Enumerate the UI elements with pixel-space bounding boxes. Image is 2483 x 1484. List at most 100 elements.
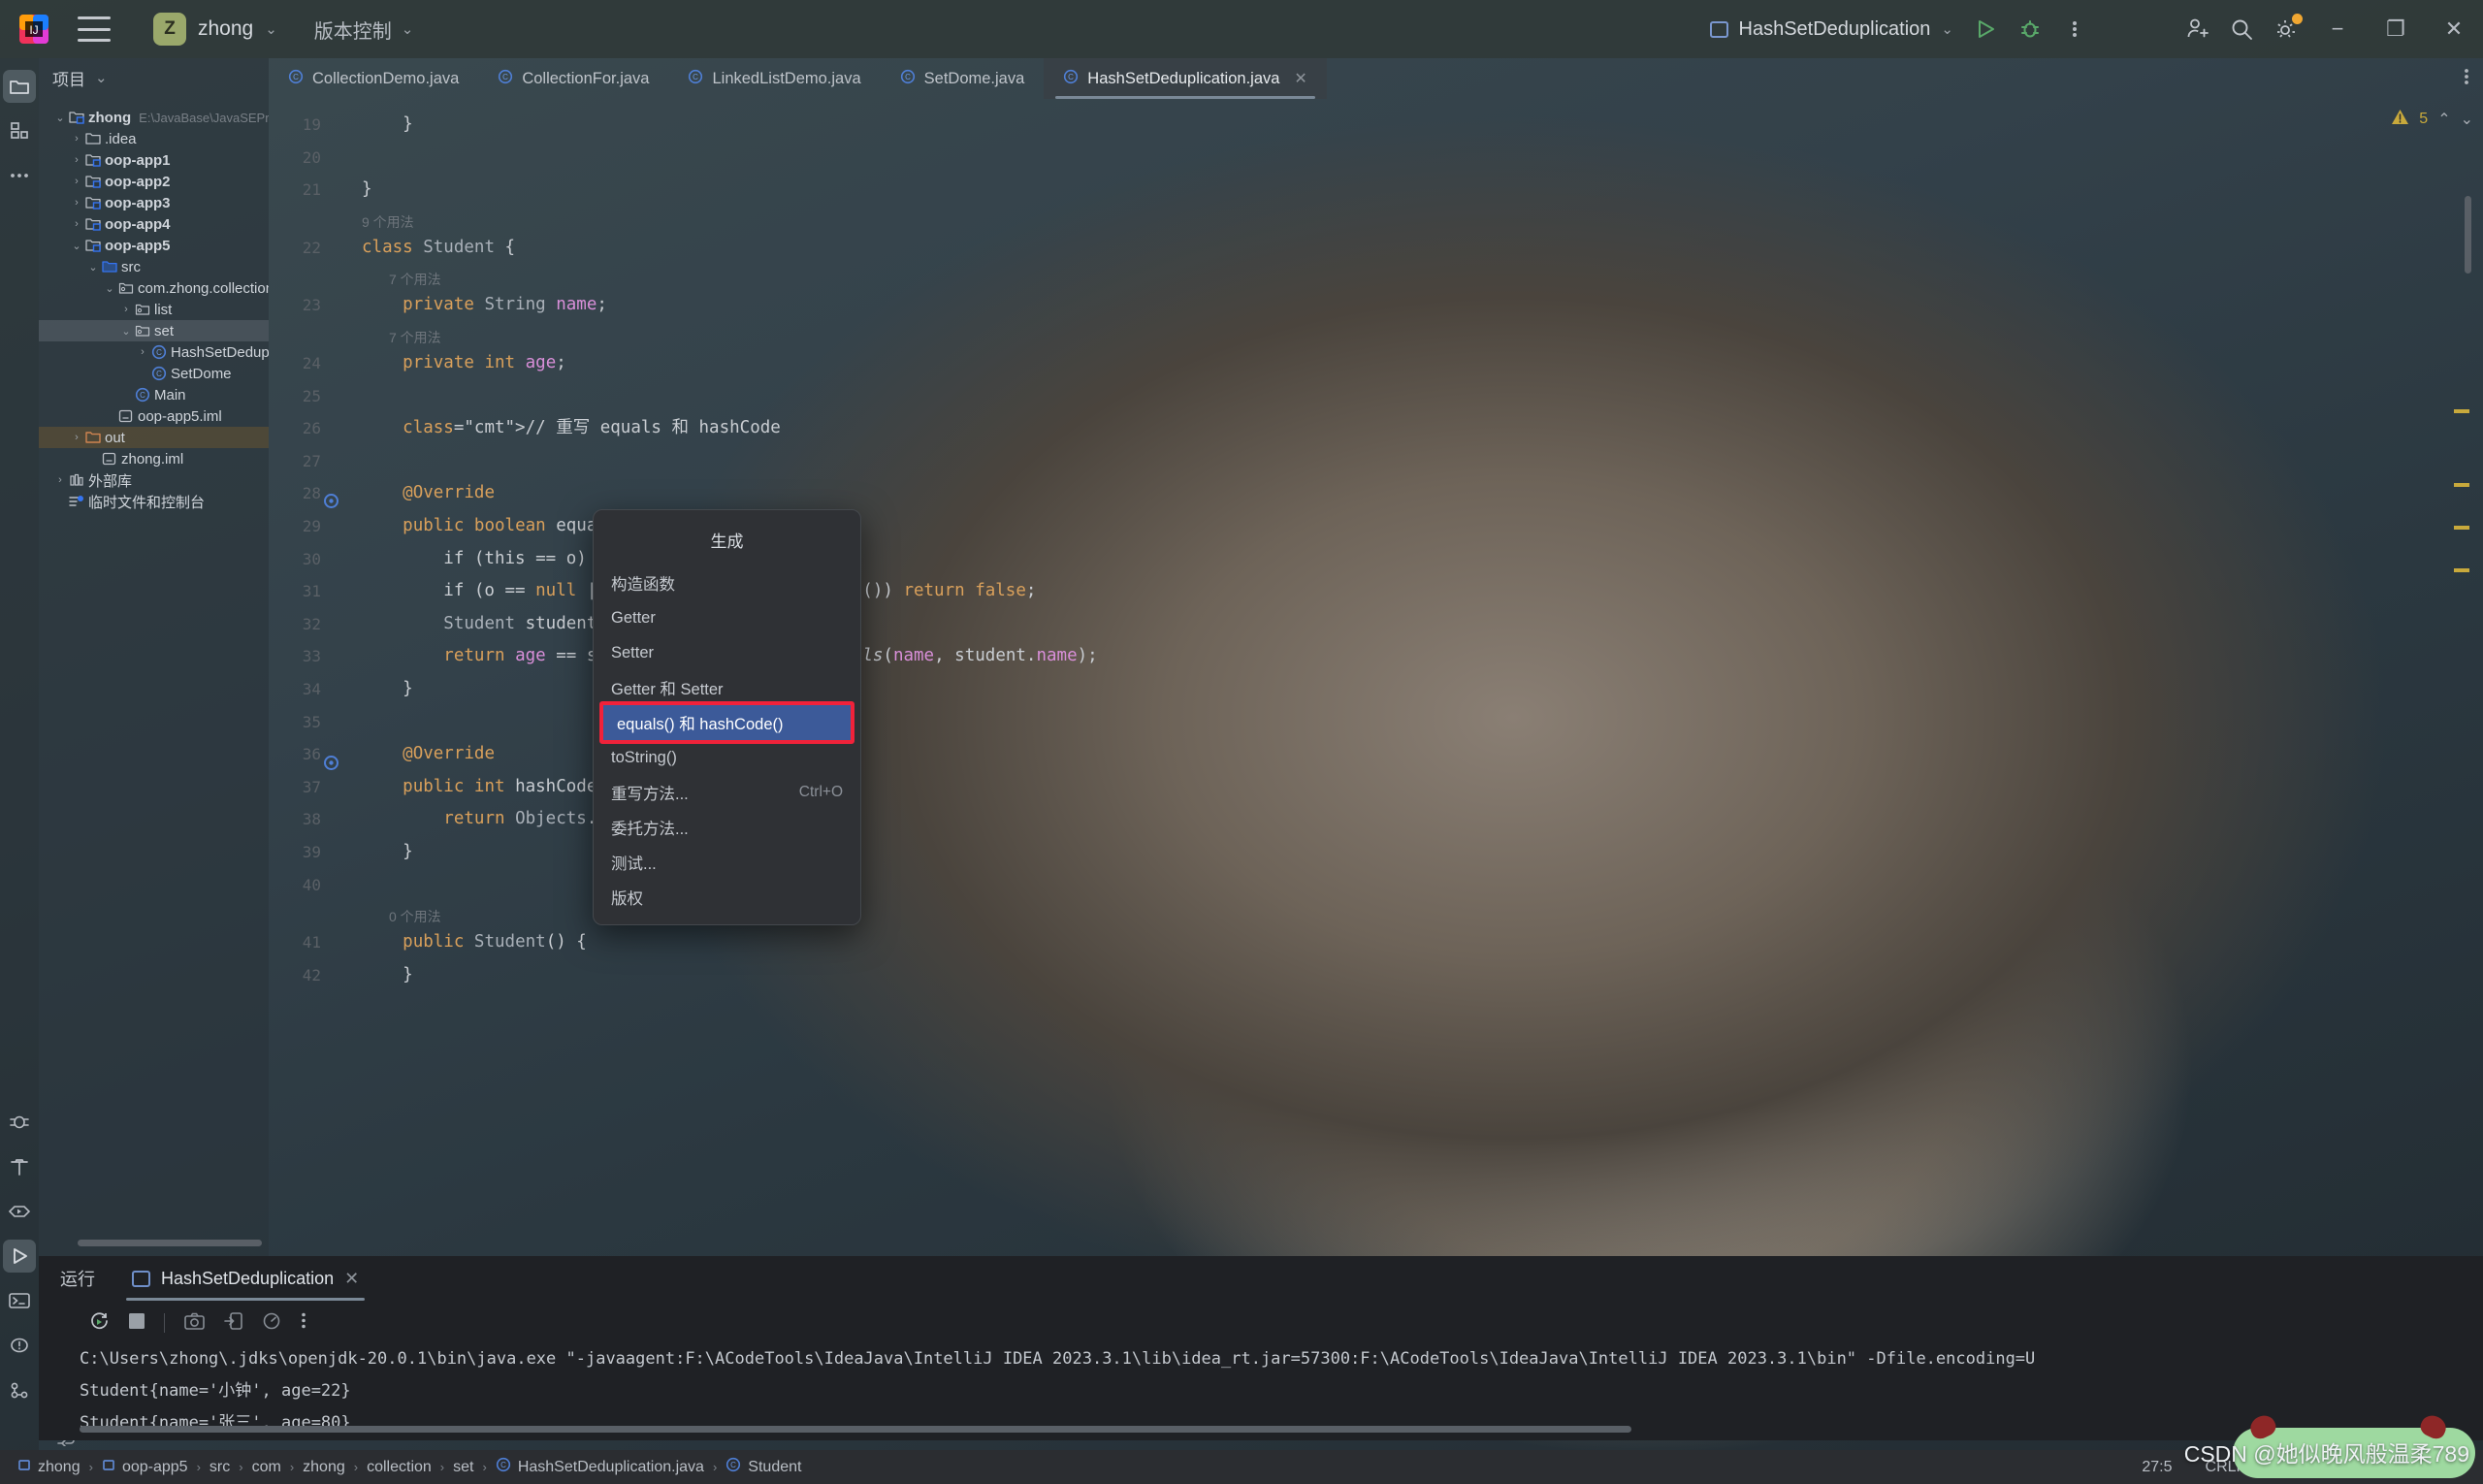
chevron-right-icon[interactable]: ›: [52, 474, 68, 486]
generate-menu-item[interactable]: Getter 和 Setter: [594, 670, 860, 705]
project-tool-icon[interactable]: [3, 70, 36, 103]
generate-popup-items[interactable]: 构造函数 Getter Setter Getter 和 Setter equals() …: [594, 565, 860, 915]
code-line[interactable]: private String name;: [362, 289, 607, 322]
editor-vertical-scrollbar[interactable]: [2465, 196, 2471, 274]
hamburger-menu-icon[interactable]: [78, 16, 111, 42]
breadcrumb-item[interactable]: set: [453, 1459, 473, 1476]
run-button[interactable]: [1963, 7, 2008, 51]
tree-node-zhong[interactable]: ⌄ zhong E:\JavaBase\JavaSEProMa: [39, 107, 269, 128]
code-line[interactable]: }: [362, 174, 372, 207]
settings-button[interactable]: [2264, 7, 2308, 51]
chevron-right-icon[interactable]: ›: [135, 346, 150, 358]
chevron-right-icon[interactable]: ›: [69, 154, 84, 166]
tree-node-hashsetdeduplicat[interactable]: › C HashSetDeduplicat: [39, 341, 269, 363]
version-control-tool-icon[interactable]: [3, 1373, 36, 1406]
problems-tool-icon[interactable]: [3, 1329, 36, 1362]
chevron-right-icon[interactable]: ›: [69, 432, 84, 443]
tree-node-.idea[interactable]: › .idea: [39, 128, 269, 149]
breadcrumb-item[interactable]: C Student: [726, 1457, 801, 1477]
close-button[interactable]: ✕: [2425, 0, 2483, 58]
chevron-down-icon[interactable]: ⌄: [118, 325, 134, 338]
chevron-down-icon[interactable]: ⌄: [85, 261, 101, 274]
tree-node-oop-app5.iml[interactable]: oop-app5.iml: [39, 405, 269, 427]
search-everywhere-button[interactable]: [2219, 7, 2264, 51]
editor-tab-collectiondemo[interactable]: C CollectionDemo.java: [269, 58, 478, 99]
code-line[interactable]: }: [362, 836, 413, 869]
tree-node-main[interactable]: C Main: [39, 384, 269, 405]
breadcrumb-item[interactable]: C HashSetDeduplication.java: [496, 1457, 704, 1477]
tree-node-oop-app3[interactable]: › oop-app3: [39, 192, 269, 213]
more-tool-windows-icon[interactable]: [3, 159, 36, 192]
gutter-run-marker[interactable]: [323, 493, 339, 509]
editor-tab-hashsetdeduplication[interactable]: C HashSetDeduplication.java ✕: [1044, 58, 1327, 99]
code-line[interactable]: class="cmt">// 重写 equals 和 hashCode: [362, 412, 781, 445]
close-icon[interactable]: ✕: [344, 1269, 359, 1289]
chevron-right-icon[interactable]: ›: [69, 133, 84, 145]
editor-tab-collectionfor[interactable]: C CollectionFor.java: [478, 58, 668, 99]
editor-tab-setdome[interactable]: C SetDome.java: [881, 58, 1045, 99]
code-line[interactable]: public Student() {: [362, 926, 587, 959]
tree-node-oop-app1[interactable]: › oop-app1: [39, 149, 269, 171]
project-panel-header[interactable]: 项目 ⌄: [39, 58, 269, 97]
caret-position[interactable]: 27:5: [2142, 1459, 2172, 1476]
generate-popup[interactable]: 生成 构造函数 Getter Setter Getter 和 Setter equals…: [593, 509, 861, 925]
generate-menu-item[interactable]: 重写方法... Ctrl+O: [594, 775, 860, 810]
code-line[interactable]: @Override: [362, 738, 495, 771]
chevron-down-icon[interactable]: ⌄: [102, 282, 117, 295]
generate-menu-item[interactable]: 委托方法...: [594, 810, 860, 845]
generate-menu-item[interactable]: 测试...: [594, 845, 860, 880]
tree-node-out[interactable]: › out: [39, 427, 269, 448]
breadcrumb-item[interactable]: zhong: [17, 1459, 81, 1476]
chevron-down-icon[interactable]: ⌄: [52, 112, 68, 124]
minimize-button[interactable]: −: [2308, 0, 2367, 58]
vcs-menu[interactable]: 版本控制 ⌄: [314, 16, 414, 44]
chevron-right-icon[interactable]: ›: [118, 304, 134, 315]
close-icon[interactable]: ✕: [1294, 69, 1306, 88]
generate-menu-item[interactable]: equals() 和 hashCode(): [599, 705, 855, 740]
terminal-tool-icon[interactable]: [3, 1284, 36, 1317]
camera-icon[interactable]: [184, 1312, 205, 1335]
build-tool-icon[interactable]: [3, 1150, 36, 1183]
profiler-icon[interactable]: [262, 1312, 281, 1335]
code-line[interactable]: @Override: [362, 477, 495, 510]
code-line[interactable]: }: [362, 959, 413, 992]
tree-node-src[interactable]: ⌄ src: [39, 256, 269, 277]
rerun-icon[interactable]: [89, 1310, 110, 1336]
tree-node-oop-app2[interactable]: › oop-app2: [39, 171, 269, 192]
services-tool-icon[interactable]: [3, 1195, 36, 1228]
add-user-button[interactable]: [2175, 7, 2219, 51]
chevron-right-icon[interactable]: ›: [69, 197, 84, 209]
generate-menu-item[interactable]: 构造函数: [594, 565, 860, 600]
error-stripe-marker[interactable]: [2454, 526, 2469, 530]
error-stripe-marker[interactable]: [2454, 409, 2469, 413]
tree-node-[interactable]: › 外部库: [39, 469, 269, 491]
export-icon[interactable]: [224, 1311, 242, 1335]
structure-tool-icon[interactable]: [3, 114, 36, 147]
editor-tab-bar[interactable]: C CollectionDemo.java C CollectionFor.java C…: [269, 58, 2483, 99]
editor-tab-linkedlistdemo[interactable]: C LinkedListDemo.java: [668, 58, 880, 99]
run-session-tab[interactable]: HashSetDeduplication ✕: [120, 1256, 371, 1301]
tree-node-setdome[interactable]: C SetDome: [39, 363, 269, 384]
chevron-down-icon[interactable]: ⌄: [95, 69, 108, 86]
tree-node-zhong.iml[interactable]: zhong.iml: [39, 448, 269, 469]
error-stripe-marker[interactable]: [2454, 483, 2469, 487]
console-horizontal-scrollbar[interactable]: [80, 1426, 1631, 1433]
error-stripe-marker[interactable]: [2454, 568, 2469, 572]
stop-icon[interactable]: [129, 1312, 145, 1334]
more-vertical-icon[interactable]: [301, 1311, 306, 1335]
code-line[interactable]: class Student {: [362, 232, 515, 265]
tree-node-com.zhong.collection[interactable]: ⌄ com.zhong.collection: [39, 277, 269, 299]
more-options-button[interactable]: [2052, 7, 2097, 51]
code-line[interactable]: }: [362, 673, 413, 706]
project-selector[interactable]: Z zhong ⌄: [145, 9, 285, 49]
breadcrumb-item[interactable]: src: [210, 1459, 230, 1476]
project-tree[interactable]: ⌄ zhong E:\JavaBase\JavaSEProMa › .idea › oop-…: [39, 97, 269, 512]
run-tool-icon[interactable]: [3, 1240, 36, 1273]
project-horizontal-scrollbar[interactable]: [78, 1240, 262, 1246]
tree-node-set[interactable]: ⌄ set: [39, 320, 269, 341]
generate-menu-item[interactable]: 版权: [594, 880, 860, 915]
debug-tool-icon[interactable]: [3, 1106, 36, 1139]
code-line[interactable]: }: [362, 109, 413, 142]
breadcrumb-item[interactable]: zhong: [303, 1459, 345, 1476]
run-configuration-selector[interactable]: HashSetDeduplication ⌄: [1700, 14, 1963, 46]
